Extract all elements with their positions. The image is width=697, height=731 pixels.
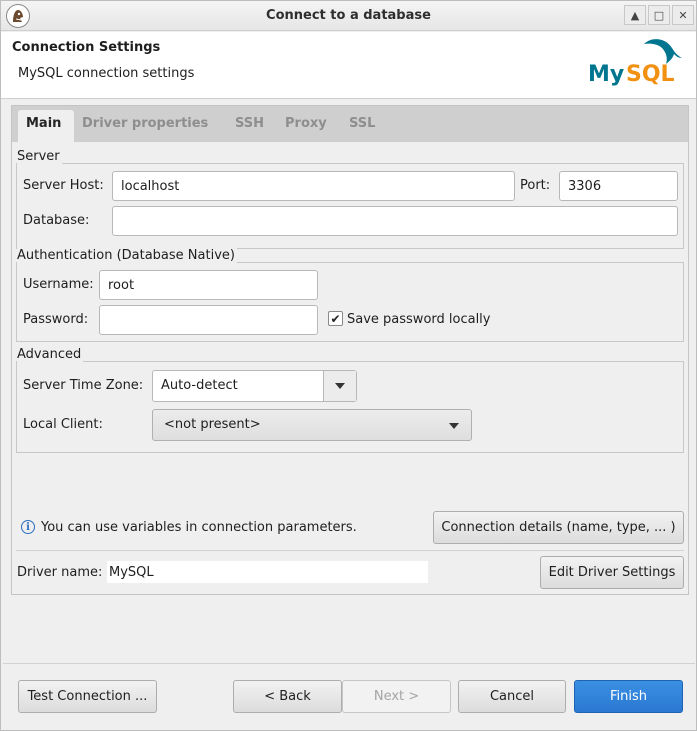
database-label: Database: [23,213,90,228]
driver-name-field: MySQL [107,561,428,583]
variables-info-text: You can use variables in connection para… [41,520,357,535]
save-password-checkbox[interactable]: ✔ [328,311,343,326]
auth-group-label: Authentication (Database Native) [17,248,237,263]
svg-text:SQL: SQL [626,62,675,87]
password-input[interactable] [99,305,318,335]
password-label: Password: [23,312,89,327]
test-connection-button[interactable]: Test Connection ... [18,680,157,713]
tab-proxy[interactable]: Proxy [285,116,327,131]
header-subtitle: MySQL connection settings [18,66,195,81]
username-label: Username: [23,277,94,292]
save-password-label[interactable]: Save password locally [347,312,491,327]
settings-panel: Main Driver properties SSH Proxy SSL Ser… [11,105,689,595]
server-group-label: Server [17,149,62,164]
dialog-header: Connection Settings MySQL connection set… [1,32,696,99]
tab-ssh[interactable]: SSH [235,116,264,131]
database-input[interactable] [112,206,678,236]
maximize-button[interactable]: □ [648,5,670,25]
checkmark-icon: ✔ [330,311,341,326]
timezone-label: Server Time Zone: [23,378,144,393]
minimize-button[interactable]: ▲ [624,5,646,25]
driver-name-label: Driver name: [17,565,103,580]
header-title: Connection Settings [12,40,161,55]
separator [16,550,684,551]
svg-text:My: My [588,62,624,87]
title-bar: Connect to a database ▲ □ ✕ [1,1,696,31]
maximize-icon: □ [653,8,665,22]
edit-driver-settings-button[interactable]: Edit Driver Settings [540,556,684,589]
timezone-value: Auto-detect [161,378,238,393]
connect-dialog: Connect to a database ▲ □ ✕ Connection S… [0,0,697,731]
timezone-dropdown-button[interactable] [323,371,356,401]
local-client-value: <not present> [164,417,261,432]
back-button[interactable]: < Back [233,680,342,713]
minimize-icon: ▲ [630,8,640,22]
username-input[interactable]: root [99,270,318,300]
port-label: Port: [520,178,551,193]
server-host-label: Server Host: [23,178,104,193]
connection-details-button[interactable]: Connection details (name, type, ... ) [433,511,684,544]
port-input[interactable]: 3306 [559,171,678,201]
chevron-down-icon [449,423,459,429]
local-client-dropdown[interactable]: <not present> [152,409,472,441]
cancel-button[interactable]: Cancel [458,680,566,713]
next-button[interactable]: Next > [342,680,451,713]
tab-driver-properties[interactable]: Driver properties [82,116,208,131]
info-icon: i [21,520,35,534]
timezone-combo[interactable]: Auto-detect [152,370,357,402]
window-title: Connect to a database [266,8,431,23]
chevron-down-icon [335,383,345,389]
server-host-input[interactable]: localhost [112,171,515,201]
advanced-group-label: Advanced [17,347,84,362]
tab-main[interactable]: Main [26,116,61,131]
close-button[interactable]: ✕ [672,5,694,25]
tab-bar: Main Driver properties SSH Proxy SSL [12,106,688,143]
footer-separator [3,663,695,664]
local-client-label: Local Client: [23,417,103,432]
mysql-logo: My SQL [588,39,682,87]
finish-button[interactable]: Finish [574,680,683,713]
close-icon: ✕ [678,8,688,22]
tab-ssl[interactable]: SSL [349,116,375,131]
